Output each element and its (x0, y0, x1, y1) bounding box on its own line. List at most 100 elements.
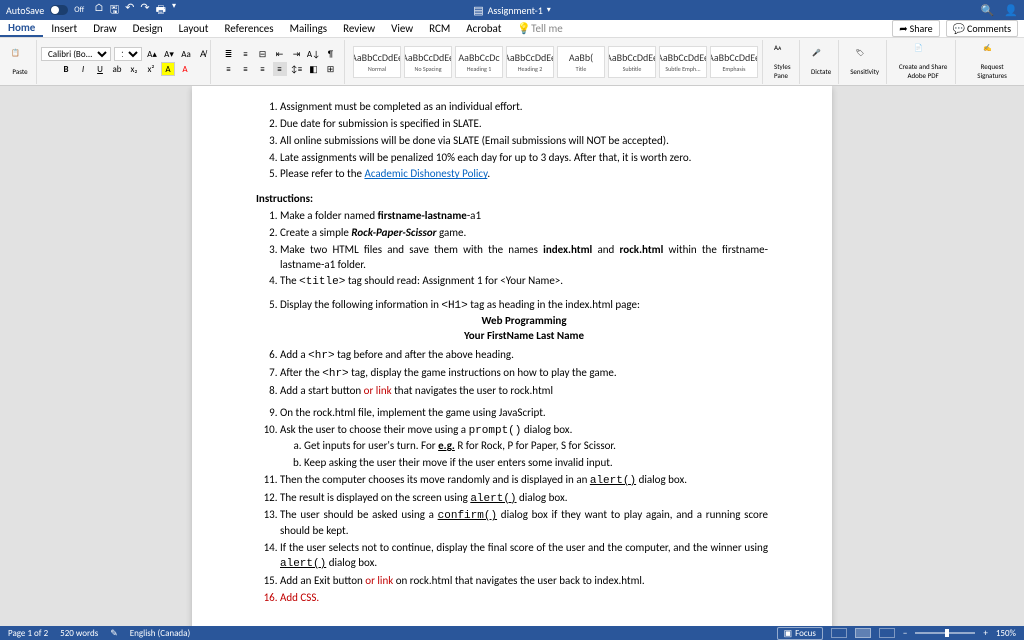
tab-insert[interactable]: Insert (43, 20, 85, 37)
shading-icon[interactable]: ◧ (307, 62, 321, 76)
autosave-toggle[interactable] (50, 5, 68, 15)
language-indicator[interactable]: English (Canada) (130, 628, 190, 639)
request-sig-button[interactable]: ✍Request Signatures (964, 43, 1020, 80)
numbering-icon[interactable]: ≡ (239, 47, 253, 61)
signature-icon: ✍ (983, 43, 1001, 61)
styles-pane-button[interactable]: AᴀStyles Pane (771, 43, 795, 80)
tab-rcm[interactable]: RCM (421, 20, 458, 37)
tab-mailings[interactable]: Mailings (282, 20, 336, 37)
list-item: After the <hr> tag, display the game ins… (280, 366, 768, 382)
instructions-list: Make a folder named firstname-lastname-a… (280, 209, 768, 605)
instructions-heading: Instructions: (256, 192, 768, 207)
styles-gallery[interactable]: AaBbCcDdEeNormalAaBbCcDdEeNo SpacingAaBb… (353, 46, 758, 78)
tab-review[interactable]: Review (335, 20, 383, 37)
undo-icon[interactable]: ↶ (125, 1, 134, 20)
print-icon[interactable]: 🖶 (156, 1, 166, 20)
align-right-icon[interactable]: ≡ (256, 62, 270, 76)
show-marks-icon[interactable]: ¶ (324, 47, 338, 61)
line-spacing-icon[interactable]: ↕≡ (290, 62, 304, 76)
grow-font-icon[interactable]: A▴ (145, 47, 159, 61)
focus-mode-button[interactable]: ▣ Focus (777, 627, 823, 640)
zoom-slider[interactable] (915, 632, 975, 634)
redo-icon[interactable]: ↷ (140, 1, 149, 20)
tab-draw[interactable]: Draw (85, 20, 124, 37)
tab-home[interactable]: Home (0, 20, 43, 37)
list-item: If the user selects not to continue, dis… (280, 541, 768, 572)
autosave-state: Off (74, 5, 84, 15)
borders-icon[interactable]: ⊞ (324, 62, 338, 76)
indent-dec-icon[interactable]: ⇤ (273, 47, 287, 61)
indent-inc-icon[interactable]: ⇥ (290, 47, 304, 61)
highlight-button[interactable]: A (161, 62, 175, 76)
strike-button[interactable]: ab (110, 62, 124, 76)
word-count[interactable]: 520 words (60, 628, 98, 639)
tab-references[interactable]: References (216, 20, 281, 37)
search-icon[interactable]: 🔍 (981, 4, 995, 17)
shrink-font-icon[interactable]: A▾ (162, 47, 176, 61)
bold-button[interactable]: B (59, 62, 73, 76)
tab-design[interactable]: Design (125, 20, 171, 37)
home-icon[interactable]: ⌂ (94, 1, 104, 20)
pdf-icon: 📄 (914, 43, 932, 61)
document-title: Assignment-1 (488, 4, 543, 17)
page-indicator[interactable]: Page 1 of 2 (8, 628, 48, 639)
share-button[interactable]: ➦ Share (892, 20, 939, 37)
style-no-spacing[interactable]: AaBbCcDdEeNo Spacing (404, 46, 452, 78)
align-center-icon[interactable]: ≡ (239, 62, 253, 76)
style-heading-1[interactable]: AaBbCcDcHeading 1 (455, 46, 503, 78)
italic-button[interactable]: I (76, 62, 90, 76)
style-heading-2[interactable]: AaBbCcDdEeHeading 2 (506, 46, 554, 78)
tab-view[interactable]: View (383, 20, 421, 37)
spellcheck-icon[interactable]: ✎ (110, 628, 118, 639)
print-layout-icon[interactable] (855, 628, 871, 638)
rule-item: All online submissions will be done via … (280, 134, 768, 149)
tab-tellme[interactable]: 💡 Tell me (509, 20, 570, 37)
justify-icon[interactable]: ≡ (273, 62, 287, 76)
font-color-button[interactable]: A (178, 62, 192, 76)
dropdown-icon[interactable]: ▾ (172, 1, 176, 20)
style-subtitle[interactable]: AaBbCcDdEeSubtitle (608, 46, 656, 78)
list-item: The result is displayed on the screen us… (280, 491, 768, 507)
font-name-select[interactable]: Calibri (Bo... (41, 47, 111, 61)
change-case-icon[interactable]: Aa (179, 47, 193, 61)
sub-item: Keep asking the user their move if the u… (304, 456, 768, 471)
zoom-level[interactable]: 150% (996, 628, 1016, 639)
clipboard-icon: 📋 (11, 48, 29, 66)
mic-icon: 🎤 (812, 48, 830, 66)
zoom-out-button[interactable]: − (903, 628, 907, 639)
rules-list: Assignment must be completed as an indiv… (280, 100, 768, 182)
save-icon[interactable]: 🖫 (110, 1, 119, 20)
rule-item: Assignment must be completed as an indiv… (280, 100, 768, 115)
read-mode-icon[interactable] (831, 628, 847, 638)
ribbon: 📋 Paste Calibri (Bo... 11 A▴ A▾ Aa A̸ B … (0, 38, 1024, 86)
style-normal[interactable]: AaBbCcDdEeNormal (353, 46, 401, 78)
tab-acrobat[interactable]: Acrobat (458, 20, 509, 37)
create-pdf-button[interactable]: 📄Create and Share Adobe PDF (895, 43, 951, 80)
rule-item: Late assignments will be penalized 10% e… (280, 151, 768, 166)
style-title[interactable]: AaBb(Title (557, 46, 605, 78)
tab-layout[interactable]: Layout (171, 20, 217, 37)
dictate-button[interactable]: 🎤Dictate (808, 48, 834, 76)
multilevel-icon[interactable]: ⊟ (256, 47, 270, 61)
superscript-button[interactable]: x² (144, 62, 158, 76)
dishonesty-link[interactable]: Academic Dishonesty Policy (364, 167, 487, 180)
underline-button[interactable]: U (93, 62, 107, 76)
style-emphasis[interactable]: AaBbCcDdEeEmphasis (710, 46, 758, 78)
rule-item: Due date for submission is specified in … (280, 117, 768, 132)
style-subtle-emph-[interactable]: AaBbCcDdEeSubtle Emph... (659, 46, 707, 78)
comments-button[interactable]: 💬 Comments (946, 20, 1018, 37)
list-item: On the rock.html file, implement the gam… (280, 406, 768, 421)
document-canvas[interactable]: Assignment must be completed as an indiv… (0, 86, 1024, 626)
zoom-in-button[interactable]: + (983, 628, 987, 639)
sort-icon[interactable]: A↓ (307, 47, 321, 61)
list-item: Add a <hr> tag before and after the abov… (280, 348, 768, 364)
web-layout-icon[interactable] (879, 628, 895, 638)
subscript-button[interactable]: x₂ (127, 62, 141, 76)
sensitivity-button[interactable]: 🏷Sensitivity (847, 48, 882, 76)
clear-format-icon[interactable]: A̸ (196, 47, 210, 61)
font-size-select[interactable]: 11 (114, 47, 142, 61)
user-icon[interactable]: 👤 (1004, 4, 1018, 17)
bullets-icon[interactable]: ≣ (222, 47, 236, 61)
paste-button[interactable]: 📋 Paste (8, 48, 32, 76)
align-left-icon[interactable]: ≡ (222, 62, 236, 76)
